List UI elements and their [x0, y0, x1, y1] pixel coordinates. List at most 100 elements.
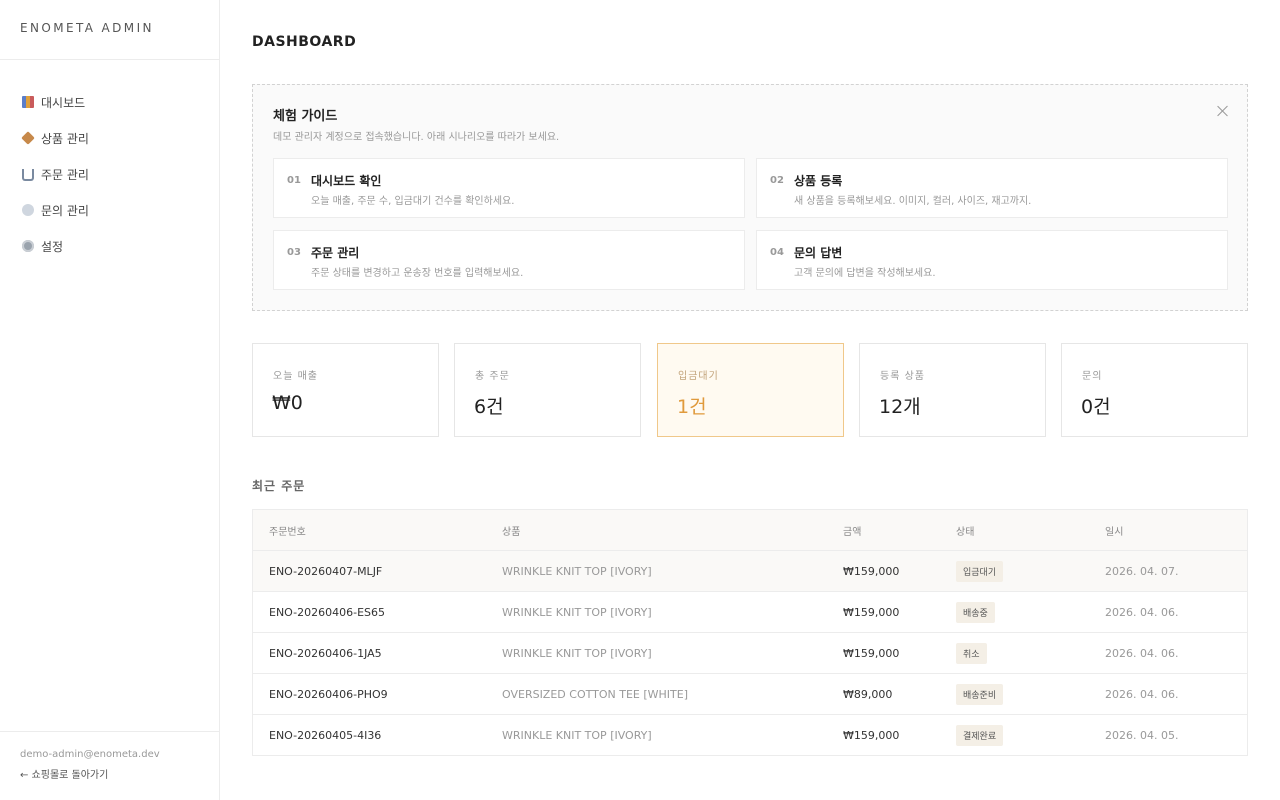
- order-date: 2026. 04. 06.: [1105, 646, 1179, 660]
- stat-value: 0건: [1081, 396, 1111, 418]
- order-amount: ₩159,000: [843, 605, 900, 619]
- stat-card-today-sales: 오늘 매출 ₩0: [252, 343, 439, 437]
- sidebar-item-orders[interactable]: 주문 관리: [0, 156, 219, 192]
- stat-card-inquiries: 문의 0건: [1061, 343, 1248, 437]
- stat-card-total-orders: 총 주문 6건: [454, 343, 641, 437]
- guide-subtitle: 데모 관리자 계정으로 접속했습니다. 아래 시나리오를 따라가 보세요.: [273, 132, 560, 143]
- step-description: 고객 문의에 답변을 작성해보세요.: [794, 268, 936, 279]
- table-row[interactable]: ENO-20260406-PHO9 OVERSIZED COTTON TEE […: [253, 674, 1247, 715]
- stat-value: 12개: [879, 396, 921, 418]
- stat-value: 1건: [677, 396, 707, 418]
- table-row[interactable]: ENO-20260405-4I36 WRINKLE KNIT TOP [IVOR…: [253, 715, 1247, 755]
- column-header: 상태: [956, 526, 975, 538]
- sidebar-item-inquiries[interactable]: 문의 관리: [0, 192, 219, 228]
- sidebar-item-label: 주문 관리: [41, 167, 89, 182]
- step-title: 주문 관리: [311, 246, 360, 260]
- status-badge-cell: 배송중: [956, 592, 995, 632]
- order-id: ENO-20260406-PHO9: [269, 687, 388, 701]
- step-number: 01: [287, 175, 301, 186]
- step-description: 주문 상태를 변경하고 운송장 번호를 입력해보세요.: [311, 268, 524, 279]
- order-product: WRINKLE KNIT TOP [IVORY]: [502, 564, 652, 578]
- back-to-shop-link[interactable]: ← 쇼핑몰로 돌아가기: [20, 766, 219, 781]
- order-product: OVERSIZED COTTON TEE [WHITE]: [502, 687, 688, 701]
- guide-step[interactable]: 02 상품 등록 새 상품을 등록해보세요. 이미지, 컬러, 사이즈, 재고까…: [756, 158, 1228, 218]
- order-date: 2026. 04. 06.: [1105, 605, 1179, 619]
- table-row[interactable]: ENO-20260407-MLJF WRINKLE KNIT TOP [IVOR…: [253, 551, 1247, 592]
- stat-value: 6건: [474, 396, 504, 418]
- stat-value: ₩0: [272, 392, 303, 414]
- order-id: ENO-20260406-ES65: [269, 605, 385, 619]
- column-header: 상품: [502, 526, 521, 538]
- order-amount: ₩159,000: [843, 728, 900, 742]
- order-id: ENO-20260407-MLJF: [269, 564, 383, 578]
- stat-label: 문의: [1082, 371, 1103, 382]
- order-date: 2026. 04. 05.: [1105, 728, 1179, 742]
- table-header: 주문번호 상품 금액 상태 일시: [253, 510, 1247, 551]
- user-email: demo-admin@enometa.dev: [20, 749, 160, 760]
- close-icon[interactable]: [1216, 104, 1230, 118]
- status-badge-cell: 결제완료: [956, 715, 1004, 755]
- order-amount: ₩159,000: [843, 646, 900, 660]
- step-number: 03: [287, 247, 301, 258]
- gear-icon: [22, 240, 34, 252]
- column-header: 금액: [843, 526, 862, 538]
- order-amount: ₩89,000: [843, 687, 893, 701]
- stat-card-pending-payment: 입금대기 1건: [657, 343, 844, 437]
- guide-step[interactable]: 04 문의 답변 고객 문의에 답변을 작성해보세요.: [756, 230, 1228, 290]
- order-product: WRINKLE KNIT TOP [IVORY]: [502, 646, 652, 660]
- sidebar-item-settings[interactable]: 설정: [0, 228, 219, 264]
- status-badge: 취소: [956, 642, 987, 664]
- page-title: DASHBOARD: [252, 34, 357, 50]
- step-description: 오늘 매출, 주문 수, 입금대기 건수를 확인하세요.: [311, 196, 515, 207]
- status-badge: 배송중: [956, 601, 995, 623]
- guide-step[interactable]: 03 주문 관리 주문 상태를 변경하고 운송장 번호를 입력해보세요.: [273, 230, 745, 290]
- chart-icon: [22, 96, 34, 108]
- step-title: 대시보드 확인: [311, 174, 382, 188]
- order-date: 2026. 04. 06.: [1105, 687, 1179, 701]
- status-badge-cell: 취소: [956, 633, 987, 673]
- stat-card-registered-products: 등록 상품 12개: [859, 343, 1046, 437]
- order-amount: ₩159,000: [843, 564, 900, 578]
- status-badge: 결제완료: [956, 724, 1004, 746]
- status-badge-cell: 입금대기: [956, 551, 1004, 591]
- table-row[interactable]: ENO-20260406-ES65 WRINKLE KNIT TOP [IVOR…: [253, 592, 1247, 633]
- guide-step[interactable]: 01 대시보드 확인 오늘 매출, 주문 수, 입금대기 건수를 확인하세요.: [273, 158, 745, 218]
- recent-orders-title: 최근 주문: [252, 479, 306, 493]
- order-product: WRINKLE KNIT TOP [IVORY]: [502, 728, 652, 742]
- brand-logo[interactable]: ENOMETA ADMIN: [0, 0, 219, 60]
- sidebar-item-label: 설정: [41, 239, 64, 254]
- step-description: 새 상품을 등록해보세요. 이미지, 컬러, 사이즈, 재고까지.: [794, 196, 1032, 207]
- step-number: 04: [770, 247, 784, 258]
- stat-label: 등록 상품: [880, 371, 925, 382]
- chat-icon: [22, 204, 34, 216]
- sidebar-nav: 대시보드 상품 관리 주문 관리 문의 관리 설정: [0, 60, 219, 264]
- sidebar-footer: demo-admin@enometa.dev ← 쇼핑몰로 돌아가기: [0, 731, 219, 800]
- sidebar-item-label: 상품 관리: [41, 131, 89, 146]
- guide-panel: 체험 가이드 데모 관리자 계정으로 접속했습니다. 아래 시나리오를 따라가 …: [252, 84, 1248, 311]
- sidebar-item-dashboard[interactable]: 대시보드: [0, 84, 219, 120]
- status-badge-cell: 배송준비: [956, 674, 1004, 714]
- sidebar: ENOMETA ADMIN 대시보드 상품 관리 주문 관리 문의 관리 설정 …: [0, 0, 220, 800]
- sidebar-item-label: 문의 관리: [41, 203, 89, 218]
- status-badge: 배송준비: [956, 683, 1004, 705]
- step-title: 문의 답변: [794, 246, 843, 260]
- stat-label: 오늘 매출: [273, 371, 318, 382]
- order-date: 2026. 04. 07.: [1105, 564, 1179, 578]
- cart-icon: [22, 169, 34, 181]
- stat-label: 입금대기: [678, 371, 719, 382]
- guide-title: 체험 가이드: [273, 109, 338, 124]
- status-badge: 입금대기: [956, 560, 1004, 582]
- column-header: 주문번호: [269, 526, 306, 538]
- step-title: 상품 등록: [794, 174, 843, 188]
- box-icon: [21, 131, 35, 145]
- order-id: ENO-20260406-1JA5: [269, 646, 382, 660]
- table-row[interactable]: ENO-20260406-1JA5 WRINKLE KNIT TOP [IVOR…: [253, 633, 1247, 674]
- order-id: ENO-20260405-4I36: [269, 728, 382, 742]
- column-header: 일시: [1105, 526, 1124, 538]
- recent-orders-table: 주문번호 상품 금액 상태 일시 ENO-20260407-MLJF WRINK…: [252, 509, 1248, 756]
- stat-label: 총 주문: [475, 371, 510, 382]
- sidebar-item-products[interactable]: 상품 관리: [0, 120, 219, 156]
- step-number: 02: [770, 175, 784, 186]
- order-product: WRINKLE KNIT TOP [IVORY]: [502, 605, 652, 619]
- sidebar-item-label: 대시보드: [41, 95, 86, 110]
